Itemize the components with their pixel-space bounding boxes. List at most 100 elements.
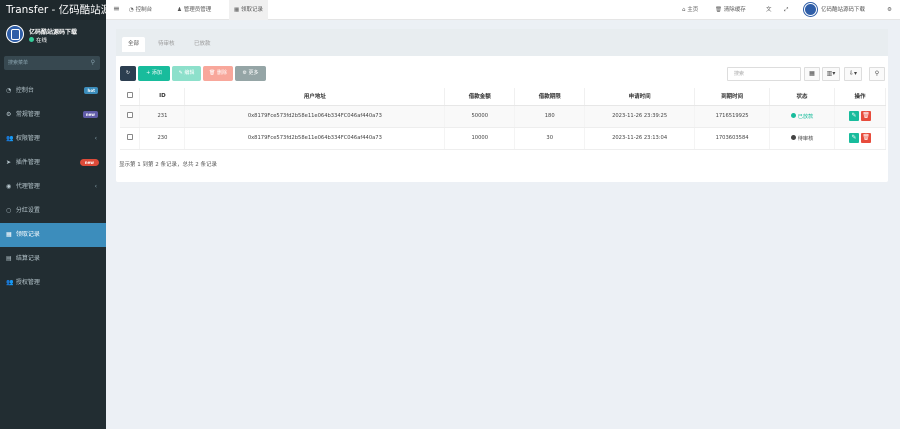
sidebar: Transfer - 亿码酷站源 亿码酷站源码下载 在线 搜索菜单 ⚲ ◔ 控制…	[0, 0, 106, 429]
select-all-checkbox[interactable]	[120, 88, 141, 106]
user-icon: ♟	[177, 7, 184, 13]
sidebar-item-license[interactable]: 👥 授权管理	[0, 271, 106, 295]
cell-actions: ✎ 🗑	[834, 127, 886, 150]
toggle-view-icon[interactable]: ▦	[804, 67, 820, 81]
dashboard-icon: ◔	[6, 87, 12, 94]
status-dot-icon	[790, 134, 796, 140]
table-header-row: ID 用户地址 借款金额 借款期限 申请时间 到期时间 状态 操作	[120, 88, 886, 106]
user-circle-icon: ◉	[6, 183, 12, 190]
cell-address: 0x8179Fce573fd2b58e11e064b334FC046af440a…	[184, 127, 446, 150]
menu-toggle-icon[interactable]: ≡	[113, 4, 120, 13]
sidebar-item-label: 结算记录	[15, 255, 40, 262]
user-status: 在线	[29, 36, 47, 44]
col-term[interactable]: 借款期限	[514, 88, 586, 106]
sidebar-item-label: 领取记录	[15, 231, 40, 238]
language-icon[interactable]: 文	[766, 0, 772, 20]
cell-term: 30	[514, 127, 586, 150]
edit-button[interactable]: ✎ 编辑	[172, 66, 201, 81]
list-icon: ▦	[234, 7, 241, 13]
tab-claims[interactable]: ▦ 领取记录	[229, 0, 268, 20]
row-edit-button[interactable]: ✎	[849, 111, 859, 121]
settings-icon[interactable]: ⚙	[887, 0, 892, 20]
cell-address: 0x8179Fce573fd2b58e11e064b334FC046af440a…	[184, 105, 446, 128]
circle-icon: ○	[6, 207, 12, 214]
cell-amount: 50000	[444, 105, 516, 128]
user-name-link[interactable]: 亿码酷站源码下载	[821, 0, 865, 20]
cell-term: 180	[514, 105, 586, 128]
cogs-icon: ⚙	[6, 111, 12, 118]
tab-dashboard[interactable]: ◔ 控制台	[124, 0, 157, 20]
content-panel: 全部 待审核 已放款 ↻ + 添加 ✎ 编辑 🗑 删除 ⚙ 更多 搜索 ▦ ▥▾…	[116, 29, 888, 182]
user-name: 亿码酷站源码下载	[29, 29, 78, 36]
cell-amount: 10000	[444, 127, 516, 150]
top-navbar: ≡ ◔ 控制台 ♟ 管理员管理 ▦ 领取记录 ⌂ 主页 🗑 清除缓存 文 ⤢ 亿…	[106, 0, 900, 20]
tab-paid[interactable]: 已放款	[188, 37, 217, 52]
status-badge[interactable]: 已放款	[769, 105, 835, 128]
sidebar-item-label: 代理管理	[15, 183, 40, 190]
sidebar-search-input[interactable]: 搜索菜单 ⚲	[4, 56, 100, 70]
row-delete-button[interactable]: 🗑	[861, 111, 871, 121]
search-input[interactable]: 搜索	[727, 67, 801, 81]
sidebar-item-agents[interactable]: ◉ 代理管理 ‹	[0, 175, 106, 199]
row-delete-button[interactable]: 🗑	[861, 133, 871, 143]
cell-expire-time: 1703603584	[694, 127, 771, 150]
table-row[interactable]: 231 0x8179Fce573fd2b58e11e064b334FC046af…	[120, 105, 886, 128]
col-actions: 操作	[834, 88, 886, 106]
export-icon[interactable]: ⇩▾	[844, 67, 862, 81]
sidebar-item-general[interactable]: ⚙ 常规管理 new	[0, 103, 106, 127]
row-checkbox[interactable]	[120, 105, 141, 128]
sidebar-item-label: 权限管理	[15, 135, 40, 142]
table-icon: ▤	[6, 255, 12, 262]
sidebar-item-label: 授权管理	[15, 279, 40, 286]
col-expire-time[interactable]: 到期时间	[694, 88, 771, 106]
more-button[interactable]: ⚙ 更多	[235, 66, 266, 81]
sidebar-item-dashboard[interactable]: ◔ 控制台 hot	[0, 79, 106, 103]
status-badge[interactable]: 待审核	[769, 127, 835, 150]
refresh-button[interactable]: ↻	[120, 66, 136, 81]
cell-id: 230	[139, 127, 186, 150]
table-row[interactable]: 230 0x8179Fce573fd2b58e11e064b334FC046af…	[120, 127, 886, 150]
col-address[interactable]: 用户地址	[184, 88, 446, 106]
new-badge: new	[79, 159, 99, 166]
sidebar-item-plugins[interactable]: ➤ 插件管理 new	[0, 151, 106, 175]
search-icon[interactable]: ⚲	[91, 59, 95, 66]
home-link[interactable]: ⌂ 主页	[682, 0, 698, 20]
clear-cache-button[interactable]: 🗑 清除缓存	[715, 0, 746, 20]
avatar[interactable]	[804, 3, 817, 16]
status-dot-icon	[790, 112, 796, 118]
sidebar-item-auth[interactable]: 👥 权限管理 ‹	[0, 127, 106, 151]
advanced-search-icon[interactable]: ⚲	[869, 67, 885, 81]
tab-all[interactable]: 全部	[122, 37, 146, 52]
hot-badge: hot	[84, 87, 98, 94]
columns-icon[interactable]: ▥▾	[822, 67, 840, 81]
online-dot-icon	[29, 37, 34, 42]
list-icon: ▦	[6, 231, 12, 238]
col-id[interactable]: ID	[139, 88, 186, 106]
trash-icon: 🗑	[715, 7, 724, 13]
cell-id: 231	[139, 105, 186, 128]
new-badge: new	[82, 111, 98, 118]
avatar	[6, 25, 24, 43]
fullscreen-icon[interactable]: ⤢	[784, 0, 788, 20]
cell-apply-time: 2023-11-26 23:13:04	[584, 127, 696, 150]
col-status[interactable]: 状态	[769, 88, 835, 106]
sidebar-item-label: 控制台	[15, 87, 34, 94]
app-logo[interactable]: Transfer - 亿码酷站源	[0, 0, 106, 20]
sidebar-item-claims[interactable]: ▦ 领取记录	[0, 223, 106, 247]
row-checkbox[interactable]	[120, 127, 141, 150]
tab-pending[interactable]: 待审核	[152, 37, 181, 52]
col-apply-time[interactable]: 申请时间	[584, 88, 696, 106]
sidebar-item-label: 常规管理	[15, 111, 40, 118]
chevron-left-icon: ‹	[94, 135, 97, 142]
sidebar-menu: ◔ 控制台 hot ⚙ 常规管理 new 👥 权限管理 ‹ ➤ 插件管理 new…	[0, 79, 106, 295]
sidebar-item-settlement[interactable]: ▤ 结算记录	[0, 247, 106, 271]
cell-actions: ✎ 🗑	[834, 105, 886, 128]
sidebar-item-dividend[interactable]: ○ 分红设置	[0, 199, 106, 223]
sidebar-search-placeholder: 搜索菜单	[8, 60, 29, 66]
row-edit-button[interactable]: ✎	[849, 133, 859, 143]
pagination-info: 显示第 1 到第 2 条记录，总共 2 条记录	[119, 162, 217, 168]
add-button[interactable]: + 添加	[138, 66, 170, 81]
tab-admin[interactable]: ♟ 管理员管理	[172, 0, 216, 20]
col-amount[interactable]: 借款金额	[444, 88, 516, 106]
delete-button[interactable]: 🗑 删除	[203, 66, 233, 81]
